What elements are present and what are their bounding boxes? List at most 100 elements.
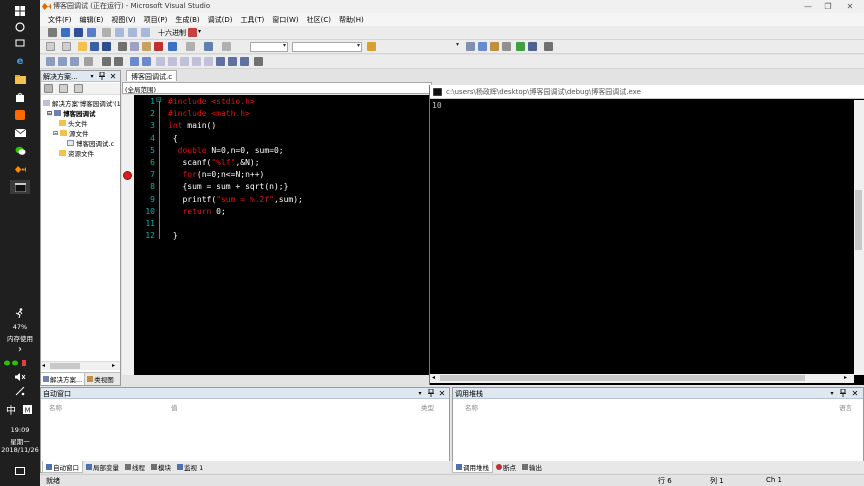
restart-icon[interactable] — [87, 28, 96, 37]
menu-view[interactable]: 视图(V) — [107, 15, 139, 25]
tab-breakpoints[interactable]: 断点 — [493, 461, 519, 473]
console-window[interactable]: c:\users\杨政辉\desktop\博客园调试\debug\博客园调试.e… — [429, 85, 864, 385]
decrease-indent-icon[interactable] — [102, 57, 111, 66]
solution-explorer-hscrollbar[interactable]: ◂ ▸ — [41, 361, 120, 370]
chevron-down-icon[interactable]: ▾ — [827, 388, 837, 398]
solution-explorer-icon[interactable] — [466, 42, 475, 51]
stop-debugging-icon[interactable] — [74, 28, 83, 37]
break-all-icon[interactable] — [61, 28, 70, 37]
code-line[interactable]: int main() — [168, 121, 216, 130]
pin-icon[interactable] — [97, 71, 107, 81]
scroll-thumb[interactable] — [440, 375, 805, 381]
code-line[interactable]: printf("sum = %.2f",sum); — [168, 195, 302, 204]
mi-app-icon[interactable] — [10, 108, 30, 122]
menu-help[interactable]: 帮助(H) — [335, 15, 368, 25]
notification-center-icon[interactable] — [10, 464, 30, 478]
edge-browser-icon[interactable]: e — [10, 54, 30, 68]
next-bookmark-in-document-icon[interactable] — [228, 57, 237, 66]
refresh-icon[interactable] — [74, 84, 83, 93]
breakpoint-icon[interactable] — [123, 171, 132, 180]
solution-platform-dropdown[interactable]: ▾ — [292, 42, 362, 52]
display-object-member-list-icon[interactable] — [46, 57, 55, 66]
menu-build[interactable]: 生成(B) — [171, 15, 203, 25]
save-all-icon[interactable] — [102, 42, 111, 51]
windows-start-icon[interactable] — [10, 4, 30, 18]
document-tab[interactable]: 博客园调试.c — [126, 70, 178, 81]
tree-item-resource-files[interactable]: 资源文件 — [59, 148, 94, 158]
menu-community[interactable]: 社区(C) — [303, 15, 335, 25]
tab-solution-explorer[interactable]: 解决方案... — [41, 373, 86, 385]
wechat-icon[interactable] — [10, 144, 30, 158]
pin-icon[interactable] — [838, 388, 848, 398]
menu-debug[interactable]: 调试(D) — [204, 15, 237, 25]
navigate-forward-icon[interactable] — [222, 42, 231, 51]
step-out-icon[interactable] — [141, 28, 150, 37]
close-icon[interactable]: ✕ — [437, 388, 447, 398]
breakpoints-window-icon[interactable] — [188, 28, 197, 37]
navigate-backward-icon[interactable] — [204, 42, 213, 51]
console-title-bar[interactable]: c:\users\杨政辉\desktop\博客园调试\debug\博客园调试.e… — [430, 85, 864, 99]
restore-button[interactable]: ❐ — [818, 0, 838, 13]
hexadecimal-toggle[interactable]: 十六进制 — [158, 28, 186, 38]
tray-icons[interactable] — [4, 356, 28, 370]
column-name[interactable]: 名称 — [465, 402, 478, 412]
display-parameter-info-icon[interactable] — [58, 57, 67, 66]
increase-indent-icon[interactable] — [114, 57, 123, 66]
clock-weekday[interactable]: 星期一 — [0, 436, 40, 446]
properties-window-icon[interactable] — [478, 42, 487, 51]
code-line[interactable]: double N=0,n=0, sum=0; — [168, 146, 284, 155]
scroll-right-icon[interactable]: ▸ — [844, 374, 847, 381]
menu-edit[interactable]: 编辑(E) — [76, 15, 108, 25]
tab-locals[interactable]: 局部变量 — [83, 461, 122, 473]
tree-item-solution[interactable]: 解决方案'博客园调试'(1 — [43, 98, 121, 108]
command-window-icon[interactable] — [528, 42, 537, 51]
tab-call-stack[interactable]: 调用堆栈 — [452, 461, 493, 473]
step-over-icon[interactable] — [128, 28, 137, 37]
new-project-icon[interactable] — [46, 42, 55, 51]
delete-icon[interactable] — [154, 42, 163, 51]
title-bar[interactable]: 博客园调试 (正在运行) - Microsoft Visual Studio —… — [40, 0, 864, 13]
comment-out-icon[interactable] — [130, 57, 139, 66]
chevron-down-icon[interactable]: ▾ — [87, 71, 97, 81]
close-icon[interactable]: ✕ — [108, 71, 118, 81]
menu-project[interactable]: 项目(P) — [140, 15, 172, 25]
collapse-toggle-icon[interactable]: ⊟ — [156, 96, 162, 104]
column-value[interactable]: 值 — [171, 402, 178, 412]
complete-word-icon[interactable] — [84, 57, 93, 66]
console-window-taskbar-icon[interactable] — [10, 180, 30, 194]
display-quick-info-icon[interactable] — [70, 57, 79, 66]
code-line[interactable]: { — [168, 134, 178, 143]
previous-bookmark-icon[interactable] — [168, 57, 177, 66]
code-line[interactable]: {sum = sum + sqrt(n);} — [168, 182, 288, 191]
tab-autos[interactable]: 自动窗口 — [42, 461, 83, 473]
copy-icon[interactable] — [130, 42, 139, 51]
show-next-statement-icon[interactable] — [102, 28, 111, 37]
tree-item-project[interactable]: ⊟ 博客园调试 — [47, 108, 96, 119]
previous-bookmark-in-document-icon[interactable] — [216, 57, 225, 66]
redo-icon[interactable] — [186, 42, 195, 51]
open-file-icon[interactable] — [78, 42, 87, 51]
add-item-icon[interactable] — [62, 42, 71, 51]
solution-configuration-dropdown[interactable]: ▾ — [250, 42, 288, 52]
tree-item-source-file[interactable]: 博客园调试.c — [67, 138, 114, 148]
column-type[interactable]: 类型 — [421, 402, 434, 412]
network-icon[interactable] — [10, 384, 30, 398]
tab-output[interactable]: 输出 — [519, 461, 545, 473]
minimize-button[interactable]: — — [798, 0, 818, 13]
properties-icon[interactable] — [44, 84, 53, 93]
menu-window[interactable]: 窗口(W) — [268, 15, 302, 25]
start-page-icon[interactable] — [516, 42, 525, 51]
tab-class-view[interactable]: 类视图 — [85, 373, 116, 385]
toggle-bookmark-icon[interactable] — [156, 57, 165, 66]
close-icon[interactable]: ✕ — [850, 388, 860, 398]
paste-icon[interactable] — [142, 42, 151, 51]
column-name[interactable]: 名称 — [49, 402, 62, 412]
pin-icon[interactable] — [426, 388, 436, 398]
find-combo[interactable]: ▾ — [380, 41, 460, 52]
tab-watch-1[interactable]: 监视 1 — [174, 461, 206, 473]
scope-dropdown[interactable]: (全局范围) — [122, 82, 432, 94]
scroll-left-icon[interactable]: ◂ — [432, 374, 435, 381]
next-bookmark-in-folder-icon[interactable] — [204, 57, 213, 66]
scroll-thumb[interactable] — [50, 363, 80, 369]
scroll-left-icon[interactable]: ◂ — [42, 362, 45, 369]
